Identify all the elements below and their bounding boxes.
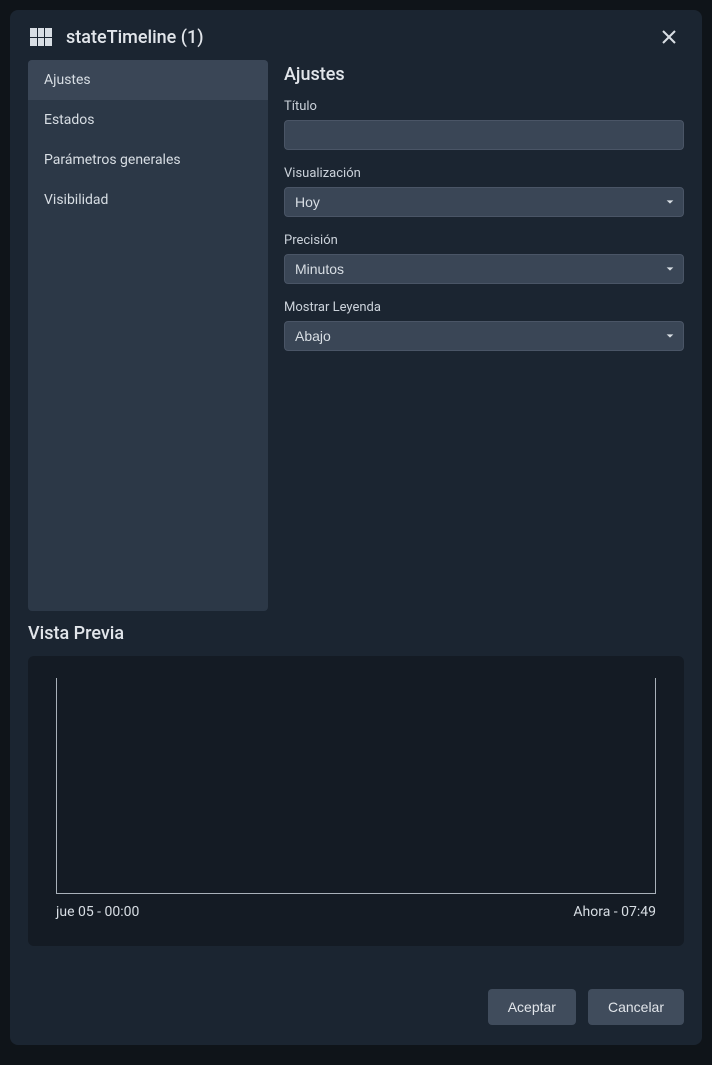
precision-select[interactable]: Minutos	[284, 254, 684, 284]
label-precision: Precisión	[284, 233, 684, 248]
panel-title: Ajustes	[284, 64, 684, 85]
settings-panel: Ajustes Título Visualización Hoy Precisi…	[284, 60, 684, 611]
sidebar-item-visibilidad[interactable]: Visibilidad	[28, 180, 268, 220]
field-titulo: Título	[284, 99, 684, 150]
leyenda-select[interactable]: Abajo	[284, 321, 684, 351]
settings-dialog: stateTimeline (1) Ajustes Estados Paráme…	[10, 10, 702, 1045]
chart-end-label: Ahora - 07:49	[573, 904, 656, 920]
cancel-button[interactable]: Cancelar	[588, 989, 684, 1025]
titulo-input[interactable]	[284, 120, 684, 150]
field-leyenda: Mostrar Leyenda Abajo	[284, 300, 684, 351]
chart-end-tick	[655, 678, 656, 893]
sidebar: Ajustes Estados Parámetros generales Vis…	[28, 60, 268, 611]
timeline-grid-icon	[30, 28, 52, 46]
sidebar-item-estados[interactable]: Estados	[28, 100, 268, 140]
preview-box: jue 05 - 00:00 Ahora - 07:49	[28, 656, 684, 946]
timeline-chart	[56, 678, 656, 894]
page-title: stateTimeline (1)	[66, 27, 204, 48]
close-button[interactable]	[656, 24, 682, 50]
dialog-header: stateTimeline (1)	[10, 10, 702, 60]
preview-section: Vista Previa jue 05 - 00:00 Ahora - 07:4…	[10, 611, 702, 946]
chart-labels: jue 05 - 00:00 Ahora - 07:49	[56, 904, 656, 920]
label-titulo: Título	[284, 99, 684, 114]
accept-button[interactable]: Aceptar	[488, 989, 576, 1025]
dialog-body: Ajustes Estados Parámetros generales Vis…	[10, 60, 702, 611]
preview-title: Vista Previa	[28, 623, 684, 644]
dialog-footer: Aceptar Cancelar	[10, 969, 702, 1045]
label-leyenda: Mostrar Leyenda	[284, 300, 684, 315]
label-visualizacion: Visualización	[284, 166, 684, 181]
title-wrap: stateTimeline (1)	[30, 27, 204, 48]
field-precision: Precisión Minutos	[284, 233, 684, 284]
close-icon	[661, 29, 677, 45]
sidebar-item-parametros[interactable]: Parámetros generales	[28, 140, 268, 180]
sidebar-item-ajustes[interactable]: Ajustes	[28, 60, 268, 100]
chart-start-label: jue 05 - 00:00	[56, 904, 139, 920]
field-visualizacion: Visualización Hoy	[284, 166, 684, 217]
visualizacion-select[interactable]: Hoy	[284, 187, 684, 217]
